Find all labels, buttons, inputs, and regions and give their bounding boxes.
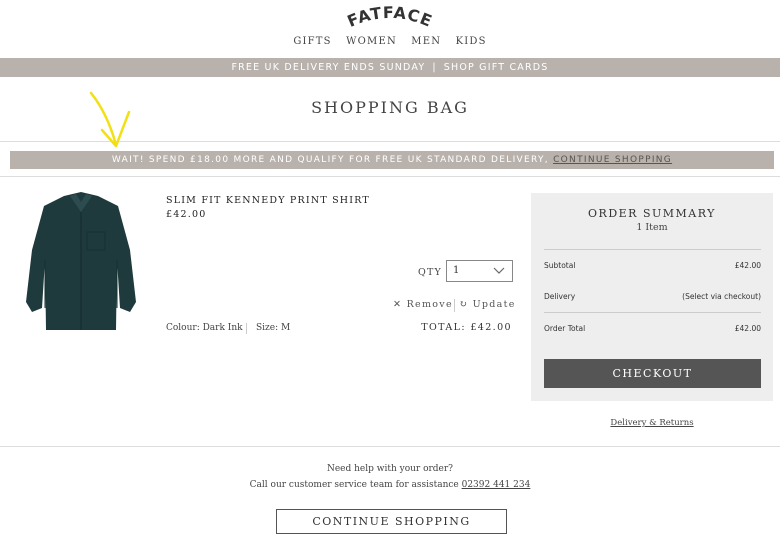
- order-total-label: Order Total: [544, 324, 586, 333]
- nav-item-kids[interactable]: KIDS: [456, 36, 487, 47]
- refresh-icon: ↻: [459, 299, 469, 310]
- product-price: £42.00: [166, 209, 207, 220]
- product-name[interactable]: SLIM FIT KENNEDY PRINT SHIRT: [166, 195, 370, 206]
- subtotal-label: Subtotal: [544, 261, 576, 270]
- hand-drawn-arrow-icon: [89, 91, 131, 148]
- separator: [246, 323, 247, 334]
- continue-shopping-button[interactable]: CONTINUE SHOPPING: [276, 509, 507, 534]
- delivery-row: Delivery (Select via checkout): [544, 292, 761, 301]
- delivery-banner-text: WAIT! SPEND £18.00 MORE AND QUALIFY FOR …: [111, 155, 549, 165]
- delivery-returns-link[interactable]: Delivery & Returns: [531, 418, 773, 428]
- order-summary: ORDER SUMMARY 1 Item Subtotal £42.00 Del…: [531, 193, 773, 401]
- help-question: Need help with your order?: [326, 464, 454, 474]
- product-colour: Colour: Dark Ink: [166, 323, 243, 333]
- site-header: FATFACE GIFTS WOMEN MEN KIDS: [0, 0, 780, 58]
- promo-separator: |: [432, 62, 437, 73]
- close-icon: ✕: [393, 299, 403, 310]
- product-size: Size: M: [256, 323, 291, 333]
- nav-item-men[interactable]: MEN: [411, 36, 441, 47]
- order-summary-item-count: 1 Item: [636, 222, 668, 233]
- main-nav: GIFTS WOMEN MEN KIDS: [0, 36, 780, 47]
- free-delivery-banner: WAIT! SPEND £18.00 MORE AND QUALIFY FOR …: [10, 151, 774, 169]
- chevron-down-icon: [493, 267, 505, 274]
- continue-shopping-link[interactable]: CONTINUE SHOPPING: [553, 155, 672, 165]
- promo-bar: FREE UK DELIVERY ENDS SUNDAY | SHOP GIFT C…: [0, 58, 780, 77]
- help-contact-text: Call our customer service team for assis…: [249, 480, 459, 490]
- divider: [0, 446, 780, 447]
- order-total-row: Order Total £42.00: [544, 324, 761, 333]
- update-label: Update: [472, 299, 516, 310]
- quantity-select[interactable]: 1: [446, 260, 513, 282]
- nav-item-gifts[interactable]: GIFTS: [293, 36, 331, 47]
- help-contact: Call our customer service team for assis…: [0, 480, 780, 490]
- subtotal-value: £42.00: [734, 261, 761, 270]
- product-image[interactable]: [22, 190, 140, 338]
- separator: [454, 299, 455, 312]
- divider: [544, 249, 761, 250]
- checkout-button[interactable]: CHECKOUT: [544, 359, 761, 388]
- phone-link[interactable]: 02392 441 234: [462, 480, 531, 490]
- subtotal-row: Subtotal £42.00: [544, 261, 761, 270]
- fatface-logo[interactable]: FATFACE: [0, 6, 780, 32]
- order-summary-title: ORDER SUMMARY: [588, 207, 716, 220]
- promo-free-delivery-link[interactable]: FREE UK DELIVERY ENDS SUNDAY: [231, 62, 425, 73]
- remove-label: Remove: [406, 299, 453, 310]
- promo-gift-cards-link[interactable]: SHOP GIFT CARDS: [444, 62, 549, 73]
- divider: [544, 312, 761, 313]
- svg-text:FATFACE: FATFACE: [345, 6, 435, 31]
- qty-label: QTY: [418, 267, 442, 278]
- delivery-value: (Select via checkout): [682, 292, 761, 301]
- order-total-value: £42.00: [734, 324, 761, 333]
- update-button[interactable]: ↻ Update: [459, 299, 516, 310]
- divider: [0, 176, 780, 177]
- nav-item-women[interactable]: WOMEN: [346, 36, 397, 47]
- remove-button[interactable]: ✕ Remove: [393, 299, 453, 310]
- item-total: TOTAL: £42.00: [421, 322, 512, 333]
- quantity-value: 1: [453, 265, 460, 276]
- delivery-label: Delivery: [544, 292, 576, 301]
